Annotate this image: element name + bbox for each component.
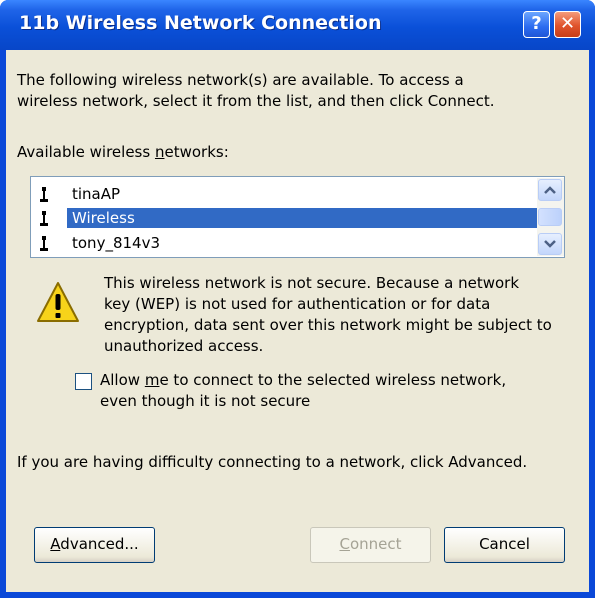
antenna-icon xyxy=(40,187,48,202)
advanced-label: dvanced... xyxy=(60,535,139,553)
connect-button[interactable]: Connect xyxy=(310,527,431,563)
chevron-down-icon xyxy=(544,240,556,248)
allow-label-text-end: e to connect to the selected wireless ne… xyxy=(159,371,507,389)
intro-text-line1: The following wireless network(s) are av… xyxy=(17,71,464,89)
network-name: tony_814v3 xyxy=(72,234,160,252)
allow-label-text: Allow xyxy=(100,371,145,389)
allow-checkbox-label-line1[interactable]: Allow me to connect to the selected wire… xyxy=(100,370,506,391)
warning-text-line3: encryption, data sent over this network … xyxy=(104,316,552,334)
close-button[interactable]: ✕ xyxy=(554,11,581,38)
warning-text-line2: key (WEP) is not used for authentication… xyxy=(104,295,491,313)
chevron-up-icon xyxy=(544,186,556,194)
antenna-icon xyxy=(40,211,48,226)
scroll-up-button[interactable] xyxy=(538,179,562,201)
allow-checkbox-label-line2[interactable]: even though it is not secure xyxy=(100,391,310,412)
network-name: Wireless xyxy=(67,208,537,228)
allow-insecure-checkbox[interactable] xyxy=(75,373,92,390)
vertical-scrollbar[interactable] xyxy=(537,178,564,256)
networks-label-text: Available wireless xyxy=(17,143,155,161)
network-item-wireless[interactable]: Wireless xyxy=(33,207,537,230)
networks-listbox[interactable]: tinaAP Wireless tony_814v3 xyxy=(30,176,565,258)
scroll-down-button[interactable] xyxy=(538,233,562,255)
warning-icon xyxy=(37,282,79,322)
cancel-button[interactable]: Cancel xyxy=(444,527,565,563)
warning-text-line1: This wireless network is not secure. Bec… xyxy=(104,274,520,292)
connect-mnemonic: C xyxy=(339,535,350,553)
help-button[interactable]: ? xyxy=(523,11,550,38)
connect-label: onnect xyxy=(349,535,402,553)
intro-text-line2: wireless network, select it from the lis… xyxy=(17,92,495,110)
scroll-thumb[interactable] xyxy=(538,208,562,226)
advanced-mnemonic: A xyxy=(50,535,61,553)
window-title: 11b Wireless Network Connection xyxy=(19,12,382,34)
advanced-button[interactable]: Advanced... xyxy=(34,527,155,563)
difficulty-help-text: If you are having difficulty connecting … xyxy=(17,453,528,471)
dialog-window: 11b Wireless Network Connection ? ✕ The … xyxy=(0,0,595,598)
title-bar[interactable]: 11b Wireless Network Connection ? ✕ xyxy=(0,0,595,50)
warning-text-line4: unauthorized access. xyxy=(104,337,264,355)
antenna-icon xyxy=(40,236,48,251)
networks-label-text-end: etworks: xyxy=(164,143,229,161)
allow-label-mnemonic: m xyxy=(144,371,160,389)
dialog-body: The following wireless network(s) are av… xyxy=(6,50,589,592)
network-item-tinaAP[interactable]: tinaAP xyxy=(33,183,533,206)
networks-label: Available wireless networks: xyxy=(17,142,229,163)
network-item-tony-814v3[interactable]: tony_814v3 xyxy=(33,232,533,255)
network-name: tinaAP xyxy=(72,185,121,203)
